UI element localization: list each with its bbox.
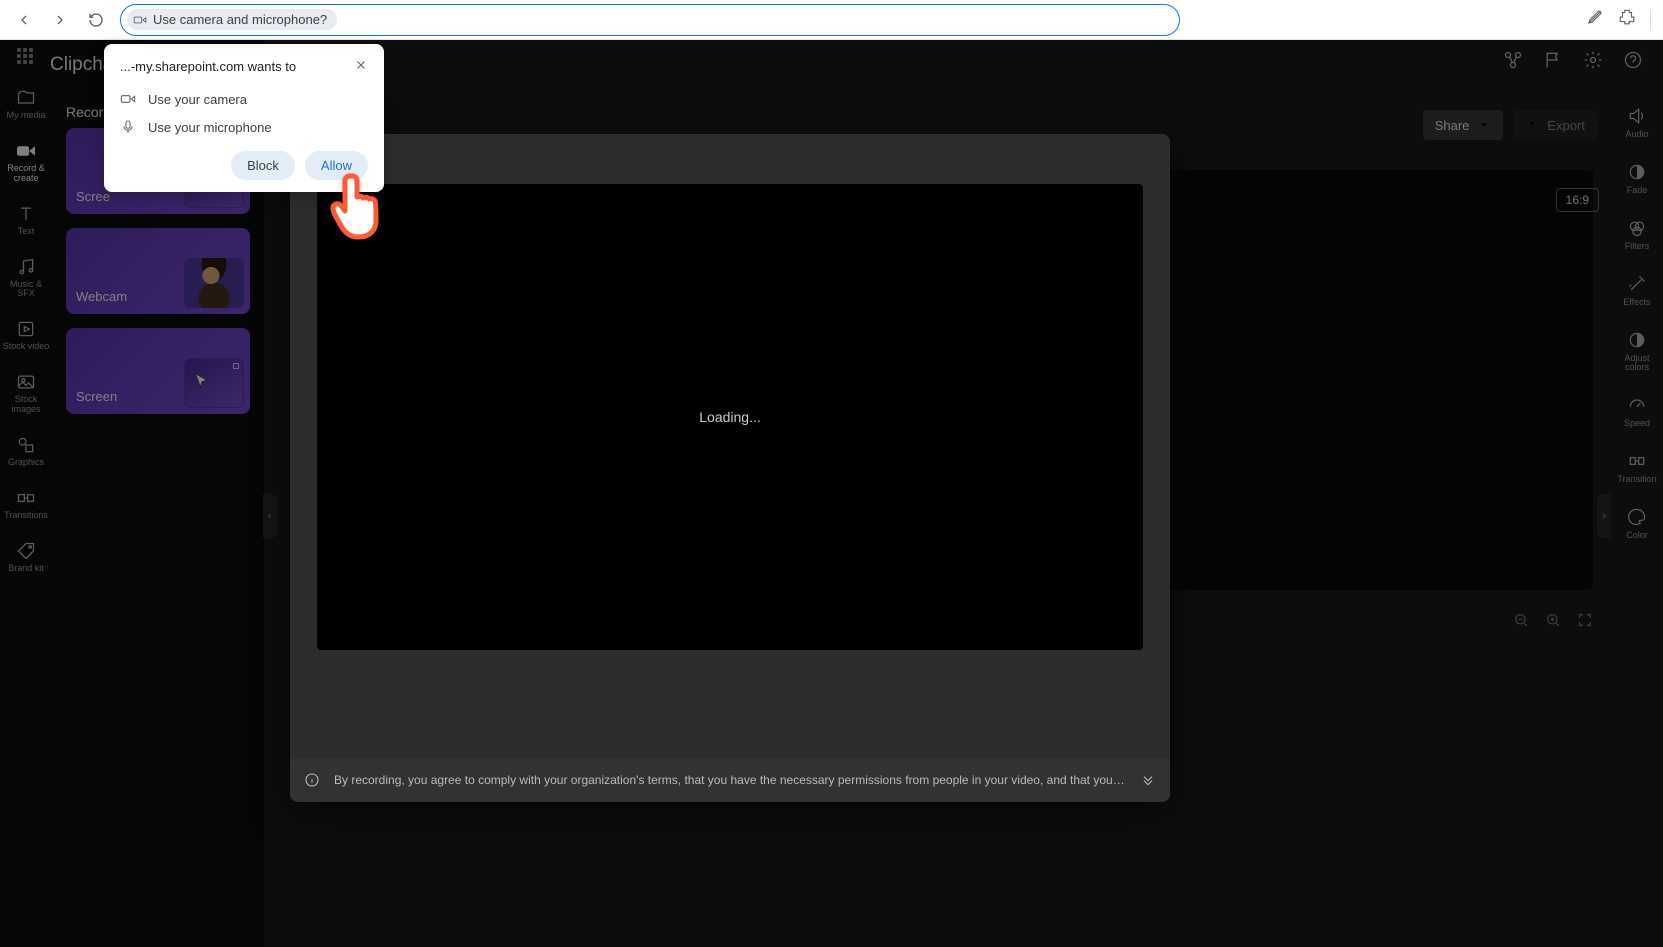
permission-row-microphone: Use your microphone	[120, 113, 368, 141]
record-modal: eo Loading... By recording, you agree to…	[290, 134, 1170, 802]
permission-chip[interactable]: Use camera and microphone?	[127, 9, 337, 30]
permission-popup: ...-my.sharepoint.com wants to Use your …	[104, 44, 384, 192]
forward-button[interactable]	[48, 8, 72, 32]
back-button[interactable]	[12, 8, 36, 32]
separator	[1650, 10, 1651, 30]
block-button[interactable]: Block	[231, 151, 295, 180]
record-modal-header: eo	[290, 134, 1170, 184]
microphone-icon	[120, 119, 136, 135]
allow-button[interactable]: Allow	[305, 151, 368, 180]
permission-mic-label: Use your microphone	[148, 120, 272, 135]
record-modal-footer: By recording, you agree to comply with y…	[290, 758, 1170, 802]
footer-text: By recording, you agree to comply with y…	[334, 773, 1126, 787]
extensions-icon[interactable]	[1618, 8, 1636, 31]
loading-label: Loading...	[699, 409, 761, 425]
permission-heading: ...-my.sharepoint.com wants to	[120, 59, 296, 74]
reload-button[interactable]	[84, 8, 108, 32]
pen-icon[interactable]	[1586, 8, 1604, 31]
camera-icon	[120, 91, 136, 107]
address-bar[interactable]: Use camera and microphone?	[120, 4, 1180, 36]
info-icon	[304, 772, 320, 788]
chrome-actions	[1586, 8, 1651, 31]
chevrons-down-icon[interactable]	[1140, 772, 1156, 788]
camera-icon	[133, 13, 147, 27]
browser-toolbar: Use camera and microphone?	[0, 0, 1663, 40]
close-icon[interactable]	[354, 58, 368, 75]
record-preview: Loading...	[317, 184, 1143, 650]
permission-chip-label: Use camera and microphone?	[153, 12, 327, 27]
permission-row-camera: Use your camera	[120, 85, 368, 113]
permission-camera-label: Use your camera	[148, 92, 247, 107]
